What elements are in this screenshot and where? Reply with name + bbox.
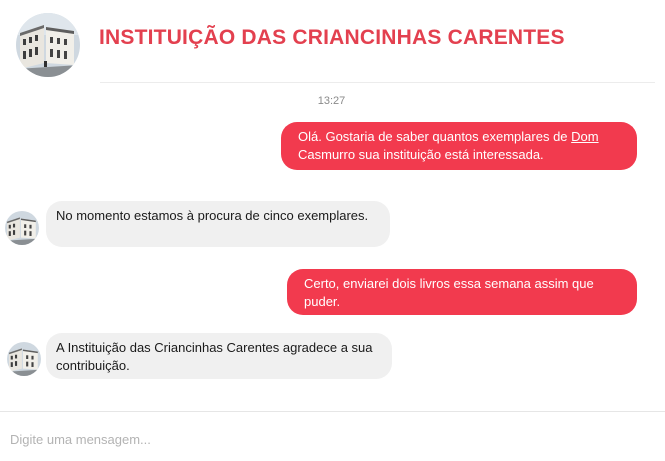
outgoing-message-bubble[interactable]: Certo, enviarei dois livros essa semana …	[287, 269, 637, 315]
message-text: A Instituição das Criancinhas Carentes a…	[56, 340, 373, 373]
contact-name-title: INSTITUIÇÃO DAS CRIANCINHAS CARENTES	[99, 26, 565, 49]
contact-avatar-small[interactable]	[7, 342, 41, 376]
message-text: Certo, enviarei dois livros essa semana …	[304, 276, 594, 309]
chat-header: INSTITUIÇÃO DAS CRIANCINHAS CARENTES	[0, 0, 665, 84]
building-street-photo-icon	[7, 342, 41, 376]
message-link[interactable]: Dom	[571, 129, 598, 144]
message-text: Casmurro sua instituição está interessad…	[298, 147, 544, 162]
building-street-photo-icon	[5, 211, 39, 245]
message-input[interactable]	[0, 422, 665, 456]
contact-avatar-small[interactable]	[5, 211, 39, 245]
contact-avatar[interactable]	[16, 13, 80, 77]
chat-window: INSTITUIÇÃO DAS CRIANCINHAS CARENTES 13:…	[0, 0, 665, 461]
composer-divider	[0, 411, 665, 412]
message-text: No momento estamos à procura de cinco ex…	[56, 208, 369, 223]
building-street-photo-icon	[16, 13, 80, 77]
header-divider	[100, 82, 655, 83]
incoming-message-bubble[interactable]: A Instituição das Criancinhas Carentes a…	[46, 333, 392, 379]
message-text: Olá. Gostaria de saber quantos exemplare…	[298, 129, 572, 144]
message-timestamp: 13:27	[0, 95, 665, 107]
incoming-message-bubble[interactable]: No momento estamos à procura de cinco ex…	[46, 201, 390, 247]
outgoing-message-bubble[interactable]: Olá. Gostaria de saber quantos exemplare…	[281, 122, 637, 170]
timestamp-text: 13:27	[317, 95, 346, 107]
